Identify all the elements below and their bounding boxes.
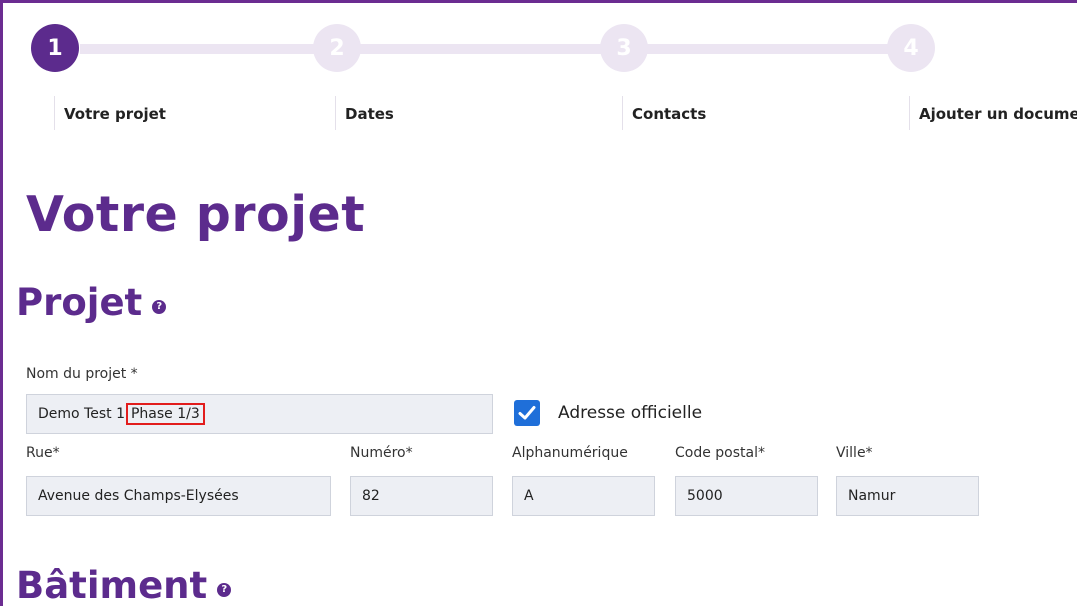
step-tick: [909, 96, 910, 130]
step-1-circle[interactable]: 1: [31, 24, 79, 72]
step-connector: [80, 44, 320, 54]
step-label-ajouter-document[interactable]: Ajouter un document: [919, 105, 1077, 123]
rue-label: Rue*: [26, 445, 60, 461]
checkmark-icon: [518, 406, 536, 420]
ville-value: Namur: [848, 488, 896, 504]
alphanumerique-input[interactable]: A: [512, 476, 655, 516]
page-title: Votre projet: [26, 186, 366, 243]
step-3-circle[interactable]: 3: [600, 24, 648, 72]
numero-input[interactable]: 82: [350, 476, 493, 516]
rue-input[interactable]: Avenue des Champs-Elysées: [26, 476, 331, 516]
step-tick: [622, 96, 623, 130]
code-postal-label: Code postal*: [675, 445, 765, 461]
step-label-votre-projet[interactable]: Votre projet: [64, 105, 166, 123]
step-connector: [355, 44, 607, 54]
ville-label: Ville*: [836, 445, 873, 461]
code-postal-value: 5000: [687, 488, 723, 504]
section-title-batiment: Bâtiment ?: [16, 564, 232, 607]
numero-label: Numéro*: [350, 445, 413, 461]
nom-projet-value: Demo Test 1: [38, 406, 125, 422]
adresse-officielle-label[interactable]: Adresse officielle: [558, 403, 702, 423]
section-title-projet-text: Projet: [16, 281, 143, 324]
ville-input[interactable]: Namur: [836, 476, 979, 516]
rue-value: Avenue des Champs-Elysées: [38, 488, 239, 504]
adresse-officielle-checkbox[interactable]: [514, 400, 540, 426]
step-label-contacts[interactable]: Contacts: [632, 105, 706, 123]
help-icon[interactable]: ?: [217, 582, 232, 597]
numero-value: 82: [362, 488, 380, 504]
section-title-batiment-text: Bâtiment: [16, 564, 208, 607]
alphanumerique-label: Alphanumérique: [512, 445, 628, 461]
nom-projet-phase-highlight: Phase 1/3: [125, 403, 205, 425]
step-connector: [642, 44, 894, 54]
step-tick: [335, 96, 336, 130]
step-4-circle[interactable]: 4: [887, 24, 935, 72]
section-title-projet: Projet ?: [16, 281, 167, 324]
step-2-circle[interactable]: 2: [313, 24, 361, 72]
code-postal-input[interactable]: 5000: [675, 476, 818, 516]
step-tick: [54, 96, 55, 130]
alphanumerique-value: A: [524, 488, 534, 504]
step-label-dates[interactable]: Dates: [345, 105, 394, 123]
nom-projet-input[interactable]: Demo Test 1 Phase 1/3: [26, 394, 493, 434]
help-icon[interactable]: ?: [152, 299, 167, 314]
nom-projet-label: Nom du projet *: [26, 366, 138, 382]
